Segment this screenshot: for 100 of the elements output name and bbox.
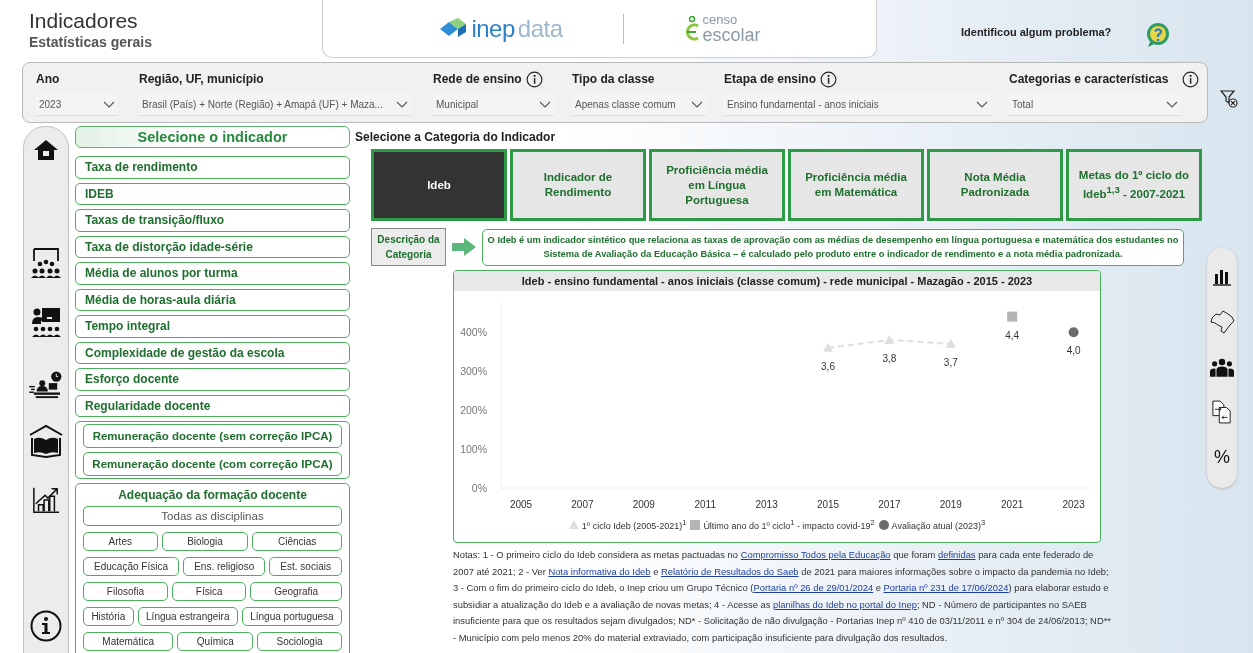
file-transfer-icon[interactable]	[1212, 400, 1232, 425]
info-icon[interactable]	[1182, 70, 1199, 88]
info-icon[interactable]	[525, 70, 543, 88]
help-icon[interactable]	[1145, 22, 1172, 48]
indicator-button[interactable]: Tempo integral	[75, 315, 350, 338]
category-tab[interactable]: Nota Média Padronizada	[927, 149, 1063, 221]
indicator-button[interactable]: Taxas de transição/fluxo	[75, 209, 350, 232]
data-label: 4,4	[1005, 329, 1020, 341]
map-icon[interactable]	[1209, 308, 1235, 335]
subject-button[interactable]: Filosofia	[83, 582, 168, 601]
subject-button[interactable]: Ciências	[252, 532, 342, 551]
note-link[interactable]: Portaria nº 26 de 29/01/2024	[753, 582, 874, 593]
category-tab[interactable]: Metas do 1º ciclo do Ideb$^{1,3}$ - 2007-2021	[1066, 149, 1202, 221]
axis-tick-label: 2011	[694, 499, 716, 510]
legend-label: 1º ciclo Ideb (2005-2021)$^{1}$	[581, 518, 687, 531]
data-point	[884, 334, 895, 344]
axis-tick-label: 2007	[571, 499, 594, 510]
axis-tick-label: 0%	[471, 482, 487, 494]
indicator-button[interactable]: Média de alunos por turma	[75, 262, 350, 285]
axis-tick-label: 2019	[939, 499, 962, 510]
page-title: Indicadores	[29, 9, 139, 33]
teacher-desk-icon[interactable]	[29, 371, 63, 399]
subject-button[interactable]: Est. sociais	[269, 557, 342, 576]
description-button[interactable]: Descrição da Categoria	[371, 228, 446, 266]
inepdata-logo: inepdata	[438, 14, 563, 43]
axis-tick-label: 2017	[878, 499, 901, 510]
indicator-button[interactable]: Taxa de rendimento	[75, 156, 350, 179]
subject-button[interactable]: Língua estrangeira	[137, 607, 238, 626]
indicator-button[interactable]: Média de horas-aula diária	[75, 288, 350, 311]
indicator-button[interactable]: Remuneração docente (sem correção IPCA)	[83, 424, 342, 448]
axis-tick-label: 300%	[460, 365, 487, 378]
filter-label: Ano	[36, 72, 60, 86]
classroom-icon[interactable]	[30, 247, 62, 279]
info-icon[interactable]	[30, 610, 62, 642]
note-link[interactable]: definidas	[938, 549, 976, 560]
people-group-icon[interactable]	[1210, 357, 1234, 377]
filter-label: Rede de ensino	[433, 72, 522, 86]
note-link[interactable]: Compromisso Todos pela Educação	[740, 549, 891, 560]
chevron-icon[interactable]	[396, 101, 408, 108]
chevron-icon[interactable]	[691, 101, 703, 108]
chevron-icon[interactable]	[539, 101, 551, 108]
subject-button[interactable]: Física	[171, 582, 247, 601]
axis-tick-label: 2021	[1001, 499, 1024, 510]
axis-tick-label: 2013	[755, 499, 778, 510]
axis-tick-label: 2009	[632, 499, 655, 510]
note-link[interactable]: planilhas do Ideb no portal do Inep	[773, 598, 917, 610]
chart-title: Ideb - ensino fundamental - anos iniciais (classe comum) - rede municipal - Mazagão - 2015 - 2023	[454, 271, 1100, 291]
chevron-icon[interactable]	[976, 101, 988, 108]
category-tab[interactable]: Proficiência média em Língua Portuguesa	[649, 149, 785, 221]
subject-button[interactable]: Geografia	[250, 582, 342, 601]
data-point	[1007, 311, 1018, 322]
data-label: 4,0	[1066, 345, 1081, 357]
filter-label: Região, UF, município	[139, 72, 264, 86]
legend-marker	[568, 519, 579, 530]
growth-chart-icon[interactable]	[32, 486, 60, 514]
axis-tick-label: 100%	[460, 443, 487, 456]
censo-escolar-logo: censo escolar	[683, 13, 761, 44]
panel-title: Selecione o indicador	[75, 126, 350, 148]
subject-button[interactable]: Biologia	[161, 532, 249, 551]
page-subtitle: Estatísticas gerais	[29, 34, 153, 50]
subject-button[interactable]: Química	[177, 632, 254, 651]
info-icon[interactable]	[820, 70, 838, 88]
data-label: 3,8	[882, 352, 897, 364]
group-title: Adequação da formação docente	[117, 488, 308, 502]
subject-button[interactable]: Língua portuguesa	[241, 607, 342, 626]
notes-text: Notas: 1 - O primeiro ciclo do Ideb considera as metas pactuadas no Compromisso Todos pela Educação que foram definidas para cada ente federado de 2007 até 2021; 2 - Ver Nota informativa do Ideb e Relatório de Resultados do Saeb de 2021 para maiores informações sobre o impacto da pandemia no Ideb; 3 - Com o fim do primeiro ciclo do Ideb, o Inep criou um Grupo Técnico (Portaria nº 26 de 29/01/2024 e Portaria nº 231 de 17/06/2024) para elaborar estudo e subsidiar a atualização do Ideb e a avaliação de novas metas; 4 - Acesse as planilhas do Ideb no portal do Inep; ND - Número de participantes no SAEB insuficiente para que os resultados sejam divulgados; ND* - Solicitação de não divulgação - Portarias Inep nº 410 de 03/11/2011 e nº 304 de 24/06/2013; ND** - Município com pelo menos 20% do material extraviado, com participação insuficiente para divulgação dos resultados.	[453, 548, 1112, 645]
subject-button[interactable]: Artes	[83, 532, 158, 551]
teacher-icon[interactable]	[30, 306, 62, 338]
clear-filter-icon[interactable]	[1220, 89, 1238, 108]
axis-tick-label: 400%	[460, 326, 487, 339]
chevron-icon[interactable]	[1166, 101, 1178, 108]
data-point	[945, 338, 956, 348]
chevron-icon[interactable]	[103, 101, 115, 108]
subject-button[interactable]: Sociologia	[257, 632, 342, 651]
indicator-button[interactable]: Regularidade docente	[75, 394, 350, 417]
indicator-button[interactable]: Complexidade de gestão da escola	[75, 341, 350, 364]
school-book-icon[interactable]	[28, 424, 64, 458]
indicator-button[interactable]: Esforço docente	[75, 368, 350, 391]
indicator-button[interactable]: IDEB	[75, 182, 350, 205]
indicator-button[interactable]: Remuneração docente (com correção IPCA)	[83, 452, 342, 476]
subject-button[interactable]: Todas as disciplinas	[83, 506, 342, 526]
section-heading: Selecione a Categoria do Indicador	[355, 130, 557, 144]
category-tab[interactable]: Indicador de Rendimento	[510, 149, 646, 221]
data-point	[823, 342, 833, 352]
data-label: 3,7	[943, 356, 958, 368]
home-icon[interactable]	[33, 139, 59, 161]
note-link[interactable]: Nota informativa do Ideb	[548, 565, 651, 577]
percent-button[interactable]: %	[1214, 447, 1230, 469]
indicator-button[interactable]: Taxa de distorção idade-série	[75, 235, 350, 258]
legend-marker	[878, 519, 889, 530]
category-tab[interactable]: Ideb	[371, 149, 507, 221]
subject-button[interactable]: Ens. religioso	[183, 557, 266, 576]
subject-button[interactable]: Educação Física	[83, 557, 180, 576]
subject-button[interactable]: Matemática	[83, 632, 174, 651]
category-tab[interactable]: Proficiência média em Matemática	[788, 149, 924, 221]
note-link[interactable]: Relatório de Resultados do Saeb	[661, 565, 799, 577]
subject-button[interactable]: História	[83, 607, 134, 626]
report-problem-link[interactable]: Identificou algum problema?	[961, 26, 1112, 38]
filter-label: Etapa de ensino	[724, 72, 817, 86]
bar-chart-icon[interactable]	[1212, 267, 1232, 286]
